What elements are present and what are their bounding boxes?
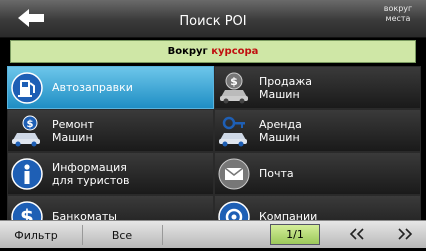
header-bar: Поиск POI вокруг места bbox=[0, 0, 426, 38]
category-label: Аренда Машин bbox=[259, 117, 302, 144]
category-car-rental[interactable]: Аренда Машин bbox=[214, 109, 421, 152]
category-car-sale[interactable]: $ Продажа Машин bbox=[214, 66, 421, 109]
mail-icon bbox=[217, 157, 251, 191]
car-sale-icon: $ bbox=[217, 71, 251, 105]
page-title: Поиск POI bbox=[179, 14, 247, 29]
category-label: Информация для туристов bbox=[52, 160, 130, 187]
prev-page-button[interactable] bbox=[342, 223, 372, 245]
category-label: Продажа Машин bbox=[259, 74, 312, 101]
footer-bar: Фильтр Все 1/1 bbox=[0, 220, 426, 248]
around-location-button[interactable]: вокруг места bbox=[376, 4, 420, 24]
next-page-button[interactable] bbox=[390, 223, 420, 245]
category-post[interactable]: Почта bbox=[214, 152, 421, 195]
banner-highlight: курсора bbox=[211, 46, 259, 57]
filter-button[interactable]: Фильтр bbox=[6, 221, 66, 248]
category-label: Автозаправки bbox=[52, 81, 133, 94]
footer-divider bbox=[162, 225, 163, 245]
all-button[interactable]: Все bbox=[92, 221, 152, 248]
category-label: Почта bbox=[259, 167, 294, 180]
car-rental-icon bbox=[217, 114, 251, 148]
category-grid: Автозаправки $ Продажа Машин $ Ремонт Ма… bbox=[7, 66, 421, 238]
category-tourist-info[interactable]: Информация для туристов bbox=[7, 152, 214, 195]
page-indicator: 1/1 bbox=[270, 224, 320, 245]
banner-prefix: Вокруг bbox=[167, 46, 212, 57]
double-chevron-right-icon bbox=[398, 228, 413, 240]
car-repair-icon: $ bbox=[10, 114, 44, 148]
category-car-repair[interactable]: $ Ремонт Машин bbox=[7, 109, 214, 152]
search-origin-banner: Вокруг курсора bbox=[10, 40, 416, 63]
info-icon bbox=[10, 157, 44, 191]
poi-search-screen: Поиск POI вокруг места Вокруг курсора Ав… bbox=[0, 0, 426, 248]
svg-text:$: $ bbox=[230, 75, 238, 88]
category-fuel[interactable]: Автозаправки bbox=[7, 66, 214, 109]
svg-text:$: $ bbox=[27, 119, 34, 130]
footer-divider bbox=[82, 225, 83, 245]
fuel-pump-icon bbox=[10, 71, 44, 105]
double-chevron-left-icon bbox=[349, 228, 364, 240]
category-label: Ремонт Машин bbox=[52, 117, 95, 144]
